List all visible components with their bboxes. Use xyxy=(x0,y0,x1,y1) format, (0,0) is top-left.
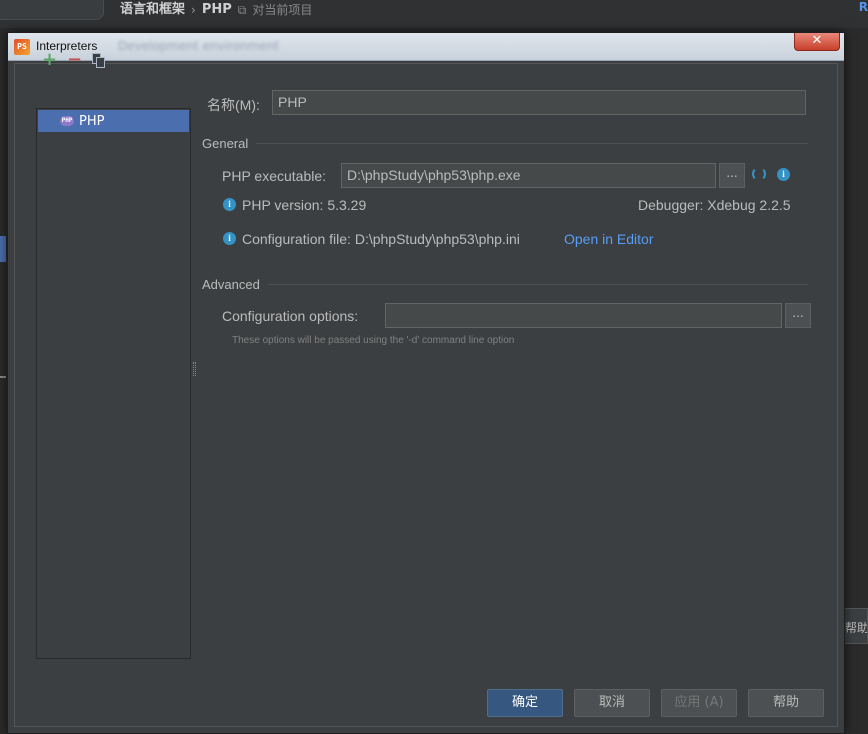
refresh-icon[interactable] xyxy=(752,167,766,181)
ide-help-button[interactable]: 帮助 xyxy=(842,608,868,644)
breadcrumb: 语言和框架 › PHP ⧉ 对当前项目 xyxy=(120,0,312,20)
general-section-header: General xyxy=(202,136,249,151)
cancel-button[interactable]: 取消 xyxy=(574,689,650,717)
info-icon: i xyxy=(223,198,236,211)
php-executable-label: PHP executable: xyxy=(222,168,327,184)
config-options-label: Configuration options: xyxy=(222,308,359,324)
browse-options-button[interactable]: ... xyxy=(785,303,811,328)
close-icon[interactable]: ✕ xyxy=(794,33,840,51)
copy-icon[interactable] xyxy=(92,53,106,69)
browse-executable-button[interactable]: ... xyxy=(719,163,745,188)
copy-icon-front xyxy=(96,57,105,68)
debugger-text: Debugger: Xdebug 2.2.5 xyxy=(638,197,791,213)
scope-label: 对当前项目 xyxy=(252,3,313,17)
php-version-text: PHP version: 5.3.29 xyxy=(242,197,367,213)
general-divider xyxy=(256,143,808,144)
ide-right-fragment: R xyxy=(858,0,868,14)
add-icon[interactable]: + xyxy=(42,51,57,69)
name-label: 名称(M): xyxy=(207,97,260,113)
list-item-label: PHP xyxy=(79,113,105,129)
php-executable-input[interactable]: D:\phpStudy\php53\php.exe xyxy=(341,163,716,188)
advanced-divider xyxy=(268,284,808,285)
info-icon: i xyxy=(223,232,236,245)
config-options-input[interactable] xyxy=(385,303,782,328)
php-icon: PHP xyxy=(60,116,74,126)
interpreter-list[interactable]: PHP PHP xyxy=(36,108,191,659)
name-input[interactable]: PHP xyxy=(272,90,806,115)
config-options-hint: These options will be passed using the '… xyxy=(232,335,515,346)
scope-icon: ⧉ xyxy=(237,3,247,17)
open-in-editor-link[interactable]: Open in Editor xyxy=(564,231,654,247)
breadcrumb-separator-icon: › xyxy=(191,3,196,17)
ide-left-selection xyxy=(0,236,6,262)
apply-button[interactable]: 应用 (A) xyxy=(661,689,737,717)
config-file-text: Configuration file: D:\phpStudy\php53\ph… xyxy=(242,231,520,247)
remove-icon[interactable]: − xyxy=(67,51,82,69)
advanced-section-header: Advanced xyxy=(202,277,260,292)
phpstorm-app-icon: PS xyxy=(14,39,30,55)
breadcrumb-item-languages[interactable]: 语言和框架 xyxy=(120,2,185,18)
ide-search-box[interactable] xyxy=(0,0,104,20)
help-button[interactable]: 帮助 xyxy=(748,689,824,717)
info-icon[interactable]: i xyxy=(777,168,790,181)
splitter-handle[interactable] xyxy=(193,362,196,376)
breadcrumb-item-php[interactable]: PHP xyxy=(202,2,232,18)
ide-left-divider xyxy=(0,376,6,378)
list-item[interactable]: PHP PHP xyxy=(38,110,189,132)
dialog-titlebar[interactable]: PS Interpreters Development environment … xyxy=(8,33,844,61)
ok-button[interactable]: 确定 xyxy=(487,689,563,717)
dialog-title-ghost: Development environment xyxy=(118,39,280,53)
